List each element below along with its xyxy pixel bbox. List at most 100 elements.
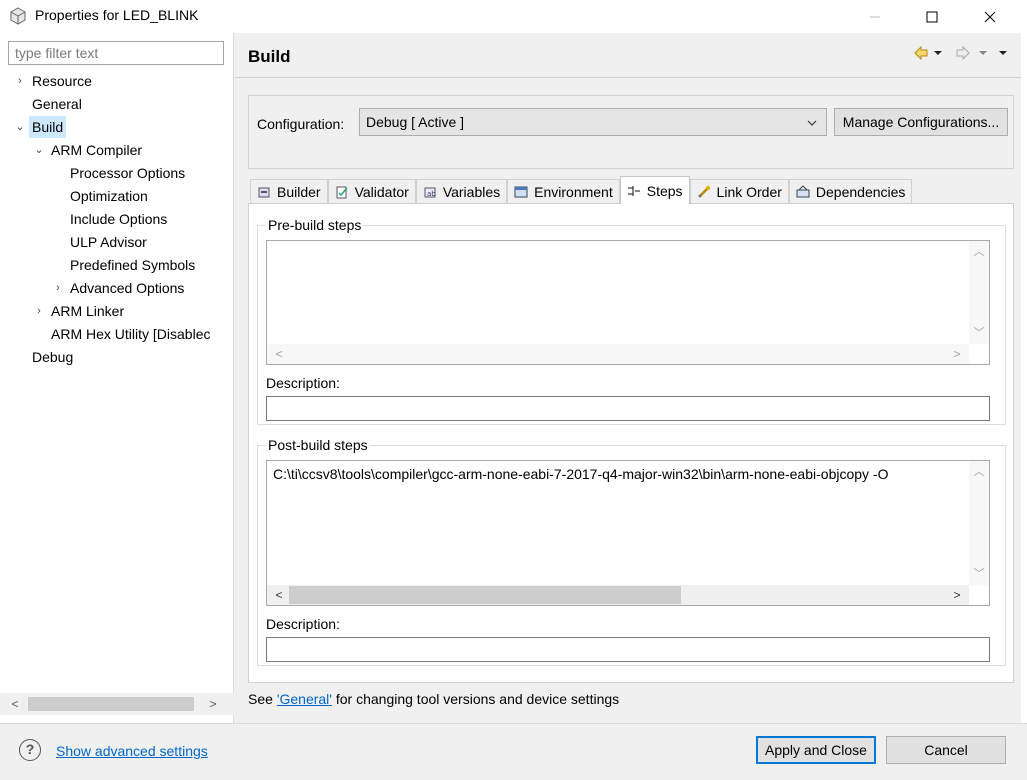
tab-label: Steps [646, 182, 683, 199]
environment-icon [514, 186, 528, 198]
tab-builder[interactable]: Builder [250, 179, 328, 204]
tree-item[interactable]: ⌄ Build [0, 116, 234, 138]
tree-item[interactable]: Optimization [0, 185, 234, 207]
note-prefix: See [248, 691, 277, 707]
scroll-down-icon[interactable]: ﹀ [969, 324, 989, 342]
tree-item[interactable]: Include Options [0, 208, 234, 230]
minimize-button[interactable] [846, 0, 904, 33]
tree-horizontal-scrollbar[interactable]: < > [0, 693, 234, 715]
view-menu-icon [999, 51, 1007, 55]
tree-item-label: Include Options [70, 211, 168, 227]
prebuild-steps-group: Pre-build steps ︿ ﹀ < > Description: [257, 216, 1006, 425]
configuration-value: Debug [ Active ] [366, 114, 465, 130]
scroll-up-icon[interactable]: ︿ [969, 243, 989, 261]
chevron-right-icon[interactable]: › [14, 70, 26, 92]
scrollbar-thumb[interactable] [28, 697, 194, 711]
preferences-tree-panel: › Resource General ⌄Build⌄ ARM Compiler Proce… [0, 33, 234, 723]
dialog-right-edge [1021, 33, 1027, 723]
chevron-right-icon[interactable]: › [52, 277, 64, 299]
validator-icon [336, 186, 348, 199]
prebuild-description-label: Description: [266, 375, 340, 391]
scroll-down-icon[interactable]: ﹀ [969, 565, 989, 583]
scroll-right-icon[interactable]: > [947, 344, 967, 364]
postbuild-steps-group: Post-build steps C:\ti\ccsv8\tools\compi… [257, 436, 1006, 666]
postbuild-vertical-scrollbar[interactable]: ︿ ﹀ [969, 461, 989, 585]
scrollbar-thumb[interactable] [289, 586, 681, 604]
tree-item[interactable]: › Resource [0, 70, 234, 92]
scroll-left-icon[interactable]: < [4, 693, 26, 715]
tab-dependencies[interactable]: Dependencies [788, 179, 913, 204]
close-button[interactable] [961, 0, 1019, 33]
tree-item[interactable]: Processor Options [0, 162, 234, 184]
configuration-select[interactable]: Debug [ Active ] [359, 108, 827, 136]
builder-icon [258, 187, 270, 198]
cancel-button[interactable]: Cancel [886, 736, 1006, 764]
tab-environment[interactable]: Environment [507, 179, 620, 204]
filter-input[interactable] [8, 41, 224, 65]
tab-link-order[interactable]: Link Order [689, 179, 789, 204]
postbuild-horizontal-scrollbar[interactable]: < > [267, 585, 969, 605]
tree-item[interactable]: ARM Hex Utility [Disablec [0, 323, 234, 345]
tree-item-label: Predefined Symbols [70, 257, 196, 273]
help-icon[interactable]: ? [19, 739, 41, 761]
prebuild-steps-label: Pre-build steps [266, 216, 364, 234]
prebuild-description-input[interactable] [266, 396, 990, 421]
tree-item-label: Processor Options [70, 165, 186, 181]
tab-bar: Builder Validator ab Variables Environme… [250, 176, 913, 204]
chevron-down-icon[interactable]: ⌄ [14, 116, 26, 138]
scroll-left-icon[interactable]: < [269, 344, 289, 364]
tree-item-label: ARM Compiler [51, 142, 143, 158]
navigation-arrows[interactable] [913, 43, 1017, 63]
tree-item-label: Optimization [70, 188, 148, 204]
tab-validator[interactable]: Validator [327, 179, 416, 204]
tree-item[interactable]: General [0, 93, 234, 115]
postbuild-description-label: Description: [266, 616, 340, 632]
variables-icon: ab [424, 187, 436, 198]
tree-item[interactable]: Debug [0, 346, 234, 368]
tree-item-label: Resource [32, 73, 92, 89]
tree-item-label: ULP Advisor [70, 234, 147, 250]
title-bar: Properties for LED_BLINK [0, 0, 1027, 33]
main-panel: Build Configuration: Debug [ Active ] Ma… [235, 33, 1027, 723]
tree-item[interactable]: › ARM Linker [0, 300, 234, 322]
dependencies-icon [796, 185, 810, 198]
tab-label: Link Order [716, 184, 782, 200]
postbuild-steps-value: C:\ti\ccsv8\tools\compiler\gcc-arm-none-… [273, 466, 889, 482]
tree-item-label: Debug [32, 349, 74, 365]
configuration-label: Configuration: [257, 116, 345, 132]
tab-steps[interactable]: Steps [619, 176, 690, 204]
tab-label: Variables [442, 184, 501, 200]
maximize-button[interactable] [903, 0, 961, 33]
tree-item[interactable]: ULP Advisor [0, 231, 234, 253]
tree-item[interactable]: ⌄ ARM Compiler [0, 139, 234, 161]
scroll-right-icon[interactable]: > [202, 693, 224, 715]
tree-item[interactable]: Predefined Symbols [0, 254, 234, 276]
prebuild-steps-textarea[interactable]: ︿ ﹀ < > [266, 240, 990, 365]
chevron-right-icon[interactable]: › [33, 300, 45, 322]
tab-label: Environment [534, 184, 613, 200]
scroll-up-icon[interactable]: ︿ [969, 463, 989, 481]
svg-text:ab: ab [427, 190, 436, 198]
back-arrow-icon [914, 45, 942, 61]
tab-label: Builder [277, 184, 321, 200]
general-link[interactable]: 'General' [277, 691, 332, 707]
prebuild-horizontal-scrollbar[interactable]: < > [267, 344, 969, 364]
page-title: Build [248, 47, 291, 66]
scroll-right-icon[interactable]: > [947, 585, 967, 605]
chevron-down-icon[interactable]: ⌄ [33, 139, 45, 161]
postbuild-description-input[interactable] [266, 637, 990, 662]
tab-variables[interactable]: ab Variables [415, 179, 508, 204]
postbuild-steps-textarea[interactable]: C:\ti\ccsv8\tools\compiler\gcc-arm-none-… [266, 460, 990, 606]
manage-configurations-button[interactable]: Manage Configurations... [834, 108, 1008, 136]
prebuild-vertical-scrollbar[interactable]: ︿ ﹀ [969, 241, 989, 344]
steps-icon [627, 185, 640, 196]
chevron-down-icon [807, 120, 817, 126]
tree-item[interactable]: › Advanced Options [0, 277, 234, 299]
link-order-icon [698, 186, 710, 198]
show-advanced-settings-link[interactable]: Show advanced settings [56, 741, 208, 761]
tab-label: Dependencies [815, 184, 906, 200]
dialog-button-bar: ? Show advanced settings Apply and Close… [0, 723, 1027, 780]
scroll-left-icon[interactable]: < [269, 585, 289, 605]
tab-label: Validator [354, 184, 409, 200]
apply-and-close-button[interactable]: Apply and Close [756, 736, 876, 764]
